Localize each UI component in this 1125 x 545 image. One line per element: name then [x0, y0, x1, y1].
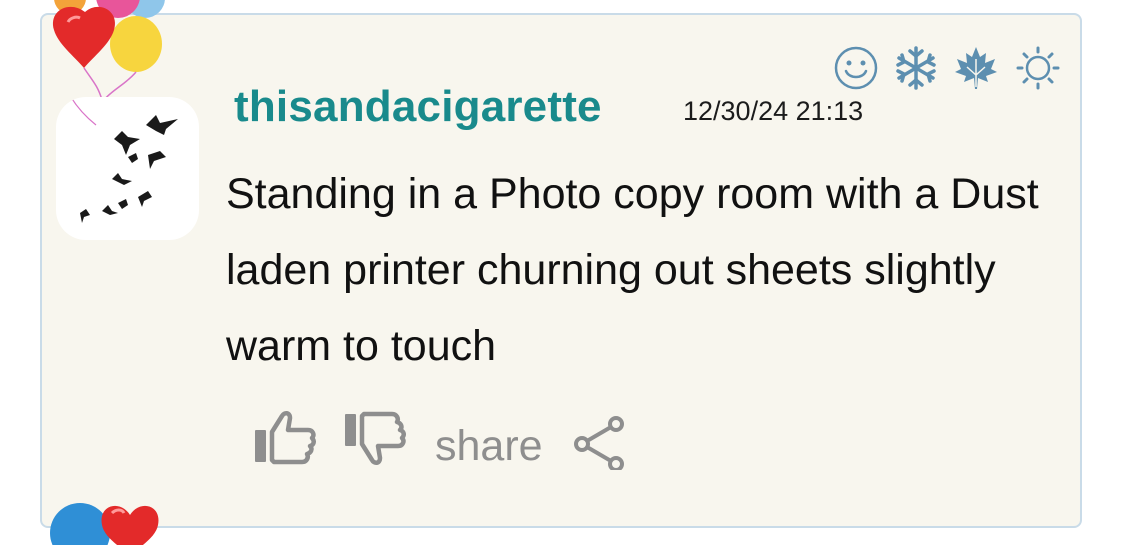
stage: thisandacigarette 12/30/24 21:13 Standin…: [0, 0, 1125, 545]
sun-icon: [1016, 46, 1060, 90]
post-timestamp: 12/30/24 21:13: [683, 96, 864, 126]
balloons-bottom-decoration: [40, 495, 170, 545]
thumbs-up-icon: [255, 411, 316, 465]
like-button[interactable]: [252, 408, 318, 468]
share-icon: [574, 416, 624, 470]
avatar[interactable]: [56, 97, 199, 240]
maple-leaf-icon: [955, 47, 997, 89]
share-button[interactable]: share: [435, 422, 543, 471]
dislike-button[interactable]: [342, 408, 408, 468]
maple-leaf-reaction-button[interactable]: [953, 45, 999, 91]
birds-avatar-icon: [70, 97, 178, 223]
thumbs-down-icon: [345, 411, 406, 465]
username-link[interactable]: thisandacigarette: [234, 82, 602, 132]
smiley-icon: [834, 46, 878, 90]
smiley-reaction-button[interactable]: [833, 45, 879, 91]
snowflake-icon: [896, 46, 936, 90]
share-icon-button[interactable]: [572, 414, 628, 474]
hearts-icon: [50, 503, 159, 545]
sun-reaction-button[interactable]: [1015, 45, 1061, 91]
snowflake-reaction-button[interactable]: [893, 45, 939, 91]
post-message: Standing in a Photo copy room with a Dus…: [226, 170, 1039, 370]
